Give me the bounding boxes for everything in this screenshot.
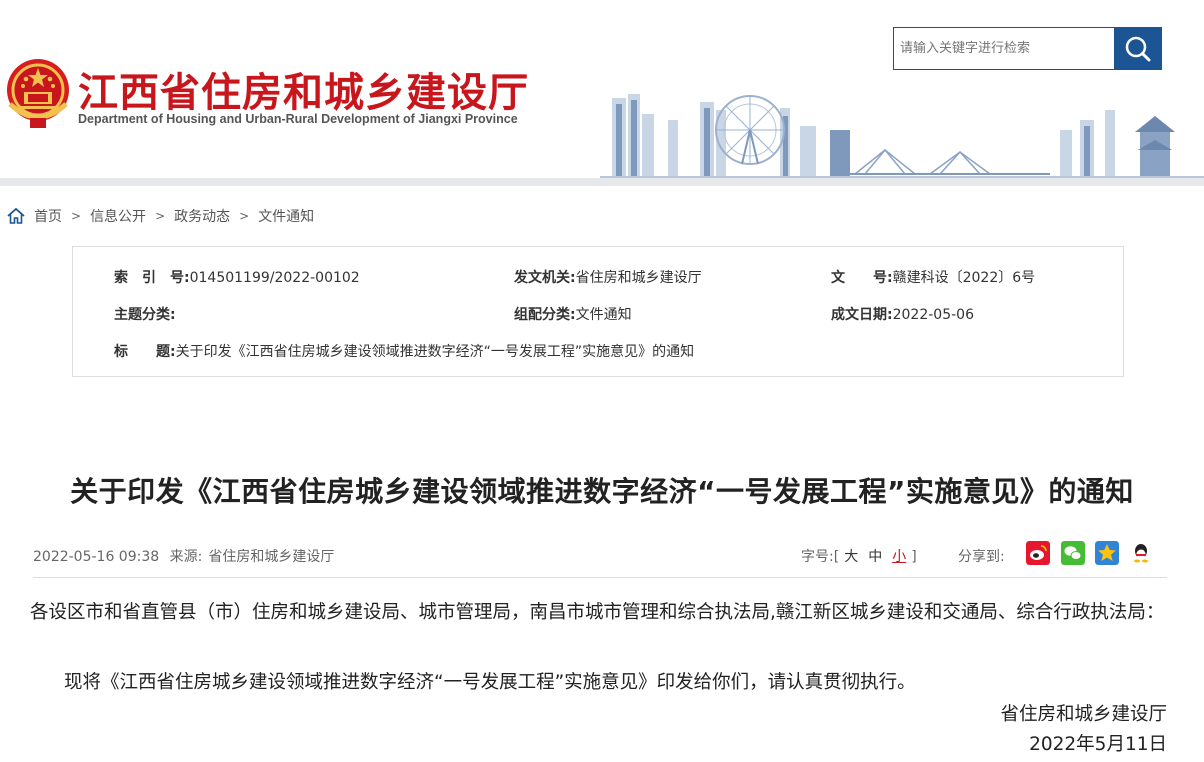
breadcrumb: 首页 > 信息公开 > 政务动态 > 文件通知 [6, 206, 314, 226]
article-title: 关于印发《江西省住房城乡建设领域推进数字经济“一号发展工程”实施意见》的通知 [70, 475, 1134, 508]
search-input[interactable] [894, 28, 1116, 69]
font-size-control: 字号:[大中小] [801, 546, 917, 566]
signature-org: 省住房和城乡建设厅 [1000, 704, 1167, 725]
meta-docno: 文 号:赣建科设〔2022〕6号 [831, 267, 1035, 287]
home-icon[interactable] [6, 207, 26, 225]
meta-title-label: 标 题: [114, 344, 176, 360]
wechat-icon[interactable] [1061, 541, 1085, 565]
font-size-small[interactable]: 小 [892, 549, 906, 565]
publish-date: 2022-05-16 09:38 [33, 549, 160, 565]
breadcrumb-info-public[interactable]: 信息公开 [90, 206, 146, 226]
signature-date: 2022年5月11日 [1029, 734, 1167, 755]
meta-category-value: 文件通知 [575, 307, 632, 323]
font-size-label: 字号: [801, 549, 834, 565]
document-meta-box: 索 引 号:014501199/2022-00102 发文机关:省住房和城乡建设… [72, 246, 1124, 377]
search-button[interactable] [1115, 27, 1162, 70]
meta-docno-label: 文 号: [831, 270, 893, 286]
breadcrumb-gov-news[interactable]: 政务动态 [174, 206, 230, 226]
meta-date-value: 2022-05-06 [892, 307, 974, 323]
paragraph-recipients: 各设区市和省直管县（市）住房和城乡建设局、城市管理局，南昌市城市管理和综合执法局… [30, 602, 1165, 623]
meta-title-value: 关于印发《江西省住房城乡建设领域推进数字经济“一号发展工程”实施意见》的通知 [175, 344, 695, 360]
share-label: 分享到: [958, 549, 1005, 565]
font-size-bracket-open: [ [833, 549, 840, 565]
site-title: 江西省住房和城乡建设厅 [78, 70, 529, 116]
qzone-icon[interactable] [1095, 541, 1119, 565]
meta-date: 成文日期:2022-05-06 [831, 304, 974, 324]
meta-topic: 主题分类: [114, 304, 176, 324]
meta-issuer: 发文机关:省住房和城乡建设厅 [514, 267, 702, 287]
breadcrumb-file-notice[interactable]: 文件通知 [258, 206, 314, 226]
national-emblem-icon [7, 59, 69, 128]
source-value: 省住房和城乡建设厅 [208, 549, 335, 565]
meta-topic-label: 主题分类: [114, 307, 176, 323]
breadcrumb-separator: > [239, 209, 250, 223]
meta-category-label: 组配分类: [514, 307, 576, 323]
meta-index: 索 引 号:014501199/2022-00102 [114, 267, 360, 287]
search-icon [1125, 36, 1151, 62]
meta-issuer-value: 省住房和城乡建设厅 [575, 270, 702, 286]
site-header: 江西省住房和城乡建设厅 Department of Housing and Ur… [0, 0, 1204, 186]
meta-docno-value: 赣建科设〔2022〕6号 [892, 270, 1036, 286]
meta-date-label: 成文日期: [831, 307, 893, 323]
content-divider [33, 577, 1167, 578]
font-size-bracket-close: ] [911, 549, 917, 565]
city-skyline-illustration [600, 94, 1204, 180]
font-size-medium[interactable]: 中 [868, 549, 882, 565]
meta-index-value: 014501199/2022-00102 [189, 270, 360, 286]
breadcrumb-separator: > [71, 209, 82, 223]
breadcrumb-separator: > [155, 209, 166, 223]
article-info: 2022-05-16 09:38 来源: 省住房和城乡建设厅 [33, 546, 334, 566]
qq-icon[interactable] [1129, 541, 1153, 565]
weibo-icon[interactable] [1026, 541, 1050, 565]
meta-title: 标 题:关于印发《江西省住房城乡建设领域推进数字经济“一号发展工程”实施意见》的… [114, 341, 694, 361]
source-label: 来源: [169, 549, 203, 565]
meta-issuer-label: 发文机关: [514, 270, 576, 286]
breadcrumb-home[interactable]: 首页 [34, 206, 62, 226]
meta-category: 组配分类:文件通知 [514, 304, 632, 324]
font-size-large[interactable]: 大 [844, 549, 858, 565]
site-subtitle: Department of Housing and Urban-Rural De… [78, 112, 518, 126]
paragraph-notice: 现将《江西省住房城乡建设领域推进数字经济“一号发展工程”实施意见》印发给你们，请… [64, 672, 916, 693]
header-band [0, 178, 1204, 186]
meta-index-label: 索 引 号: [114, 270, 190, 286]
search-box [893, 27, 1116, 70]
